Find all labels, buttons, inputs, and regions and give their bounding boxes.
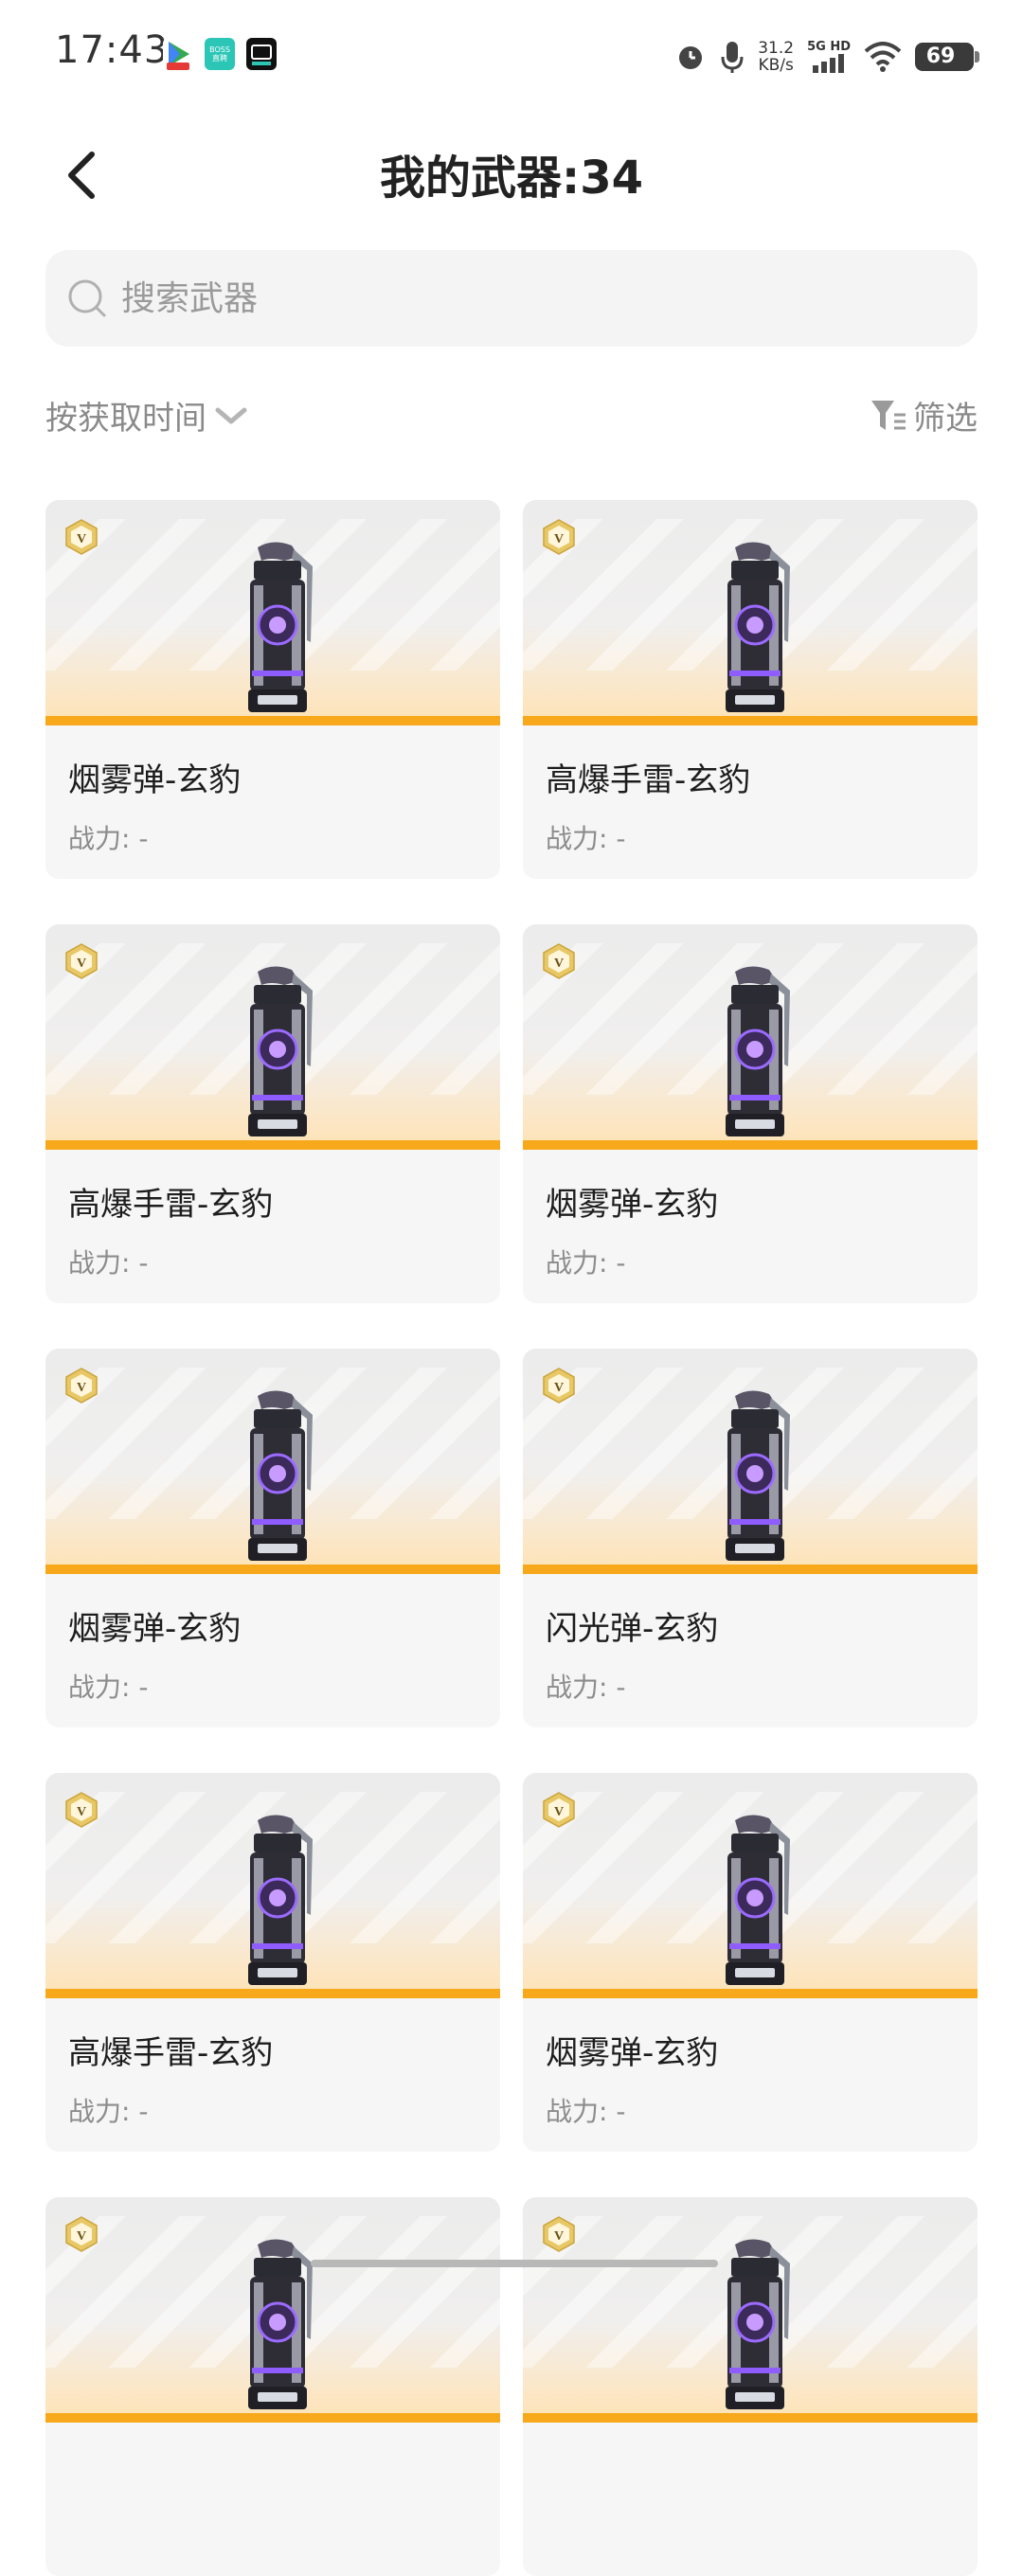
filter-button[interactable]: 筛选 [870,392,978,438]
weapon-card[interactable]: V 高爆手雷-玄豹 战力: - [523,500,978,879]
notification-icons: BOSS 直聘 [163,38,277,70]
weapon-name: 高爆手雷-玄豹 [546,761,751,799]
svg-text:V: V [77,2229,86,2244]
weapon-card[interactable]: V 高爆手雷-玄豹 战力: - [45,924,500,1303]
weapon-power: 战力: - [68,2096,149,2127]
net-speed-value: 31.2 [758,39,795,58]
weapon-name: 烟雾弹-玄豹 [68,761,242,799]
weapon-name: 烟雾弹-玄豹 [546,1186,719,1224]
svg-text:V: V [554,1805,564,1819]
weapon-power: 战力: - [546,823,626,854]
status-indicators: 31.2 KB/s 5G HD 69 [674,36,979,78]
v-rank-badge-icon: V [65,1792,98,1828]
weapon-image: V [45,2197,500,2423]
weapon-power: 战力: - [546,2096,626,2127]
v-rank-badge-icon: V [543,1368,575,1404]
home-indicator[interactable] [311,2260,718,2267]
status-time: 17:43 [55,28,170,72]
svg-text:V: V [77,1805,86,1819]
search-icon [68,279,106,317]
grenade-icon [248,1815,313,1985]
weapon-name: 烟雾弹-玄豹 [546,2034,719,2072]
wifi-icon [864,42,902,72]
weapon-image: V [523,924,978,1150]
search-box[interactable] [45,250,978,347]
weapon-name: 高爆手雷-玄豹 [68,1186,274,1224]
network-type: 5G HD [807,40,851,54]
v-rank-badge-icon: V [543,1792,575,1828]
v-rank-badge-icon: V [65,2216,98,2252]
sort-dropdown[interactable]: 按获取时间 [45,392,248,438]
sort-label: 按获取时间 [45,400,206,438]
svg-text:V: V [77,1381,86,1395]
grenade-icon [248,966,313,1136]
weapon-card[interactable]: V 烟雾弹-玄豹 战力: - [523,1773,978,2152]
v-rank-badge-icon: V [543,519,575,555]
chevron-down-icon [215,407,247,423]
svg-text:V: V [77,957,86,971]
filter-icon [871,400,906,430]
network-speed: 31.2 KB/s [758,40,794,74]
weapon-name: 高爆手雷-玄豹 [68,2034,274,2072]
v-rank-badge-icon: V [65,943,98,979]
battery-icon: 69 [915,43,979,71]
v-rank-badge-icon: V [543,943,575,979]
weapon-card[interactable]: V 高爆手雷-玄豹 战力: - [45,1773,500,2152]
weapon-power: 战力: - [546,1672,626,1703]
v-rank-badge-icon: V [65,519,98,555]
cellular-signal: 5G HD [807,41,851,73]
weapon-power: 战力: - [68,1247,149,1279]
weapon-image: V [523,1349,978,1574]
status-bar: 17:43 BOSS 直聘 31.2 KB/s 5G HD 69 [0,0,1023,114]
v-rank-badge-icon: V [65,1368,98,1404]
svg-text:V: V [554,957,564,971]
signal-icon [813,54,845,73]
svg-text:V: V [77,532,86,546]
alarm-icon [679,46,703,69]
grenade-icon [726,542,790,712]
weapon-card[interactable]: V 烟雾弹-玄豹 战力: - [523,924,978,1303]
microphone-icon [721,42,744,73]
weapon-image: V [523,1773,978,1998]
filter-label: 筛选 [913,400,978,438]
battery-level: 69 [925,45,956,68]
weapon-power: 战力: - [68,823,149,854]
weapon-image: V [45,924,500,1150]
search-input[interactable] [119,277,928,319]
weapon-image: V [45,1349,500,1574]
grenade-icon [726,1390,790,1561]
weapon-name: 烟雾弹-玄豹 [68,1610,242,1648]
boss-zhipin-icon: BOSS 直聘 [205,38,235,70]
grenade-icon [248,1390,313,1561]
v-rank-badge-icon: V [543,2216,575,2252]
weapon-image: V [523,2197,978,2423]
battery-tip [975,51,979,63]
dark-app-icon [246,38,277,70]
play-store-icon [163,38,193,70]
svg-text:V: V [554,1381,564,1395]
weapon-image: V [45,1773,500,1998]
weapon-name: 闪光弹-玄豹 [546,1610,719,1648]
svg-text:V: V [554,532,564,546]
weapon-card[interactable]: V [45,2197,500,2576]
weapon-power: 战力: - [546,1247,626,1279]
grenade-icon [726,1815,790,1985]
weapon-card[interactable]: V 烟雾弹-玄豹 战力: - [45,1349,500,1727]
weapon-power: 战力: - [68,1672,149,1703]
grenade-icon [726,2239,790,2409]
grenade-icon [248,542,313,712]
weapon-card[interactable]: V 烟雾弹-玄豹 战力: - [45,500,500,879]
weapon-card[interactable]: V [523,2197,978,2576]
grenade-icon [726,966,790,1136]
weapon-image: V [523,500,978,725]
svg-text:V: V [554,2229,564,2244]
net-speed-unit: KB/s [758,56,794,75]
weapon-card[interactable]: V 闪光弹-玄豹 战力: - [523,1349,978,1727]
page-title: 我的武器:34 [380,152,643,205]
weapon-image: V [45,500,500,725]
